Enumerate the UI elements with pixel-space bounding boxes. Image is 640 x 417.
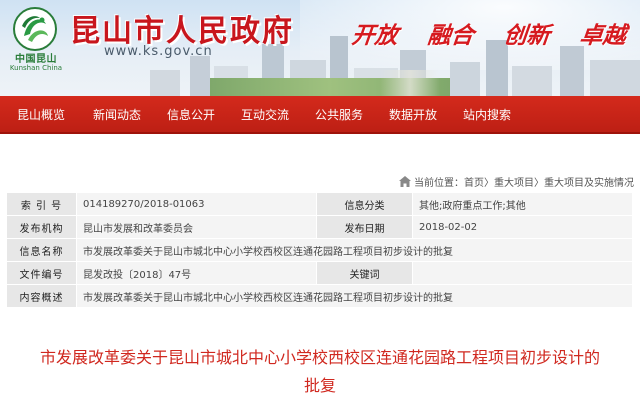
nav-item-interaction[interactable]: 互动交流 xyxy=(232,96,298,134)
breadcrumb-area: 当前位置：首页〉重大项目〉重大项目及实施情况 xyxy=(0,136,640,192)
article-title: 市发展改革委关于昆山市城北中心小学校西校区连通花园路工程项目初步设计的 批复 xyxy=(6,344,634,400)
table-row: 索 引 号 014189270/2018-01063 信息分类 其他;政府重点工… xyxy=(6,192,633,216)
category-label: 信息分类 xyxy=(316,192,413,216)
slogan-group: 开放 融合 创新 卓越 xyxy=(350,16,640,56)
site-banner: 中国昆山 Kunshan China 昆山市人民政府 www.ks.gov.cn… xyxy=(0,0,640,96)
nav-item-site-search[interactable]: 站内搜索 xyxy=(454,96,520,134)
date-label: 发布日期 xyxy=(316,215,413,239)
breadcrumb: 当前位置：首页〉重大项目〉重大项目及实施情况 xyxy=(399,174,634,189)
index-value: 014189270/2018-01063 xyxy=(76,192,317,216)
logo-cn-text: 中国昆山 xyxy=(15,54,57,65)
name-value: 市发展改革委关于昆山市城北中心小学校西校区连通花园路工程项目初步设计的批复 xyxy=(76,238,633,262)
breadcrumb-separator: 〉 xyxy=(484,178,494,189)
breadcrumb-separator: 〉 xyxy=(534,178,544,189)
breadcrumb-major-projects[interactable]: 重大项目 xyxy=(494,178,534,189)
logo-en-text: Kunshan China xyxy=(9,64,63,72)
table-row: 信息名称 市发展改革委关于昆山市城北中心小学校西校区连通花园路工程项目初步设计的… xyxy=(6,238,633,262)
banner-road xyxy=(380,70,440,96)
keyword-value xyxy=(412,261,633,285)
article-title-line-1: 市发展改革委关于昆山市城北中心小学校西校区连通花园路工程项目初步设计的 xyxy=(39,348,600,367)
org-value: 昆山市发展和改革委员会 xyxy=(76,215,317,239)
kunshan-logo-icon[interactable] xyxy=(12,6,58,52)
nav-item-open-data[interactable]: 数据开放 xyxy=(380,96,446,134)
site-url[interactable]: www.ks.gov.cn xyxy=(104,44,213,59)
category-value: 其他;政府重点工作;其他 xyxy=(412,192,633,216)
table-row: 发布机构 昆山市发展和改革委员会 发布日期 2018-02-02 xyxy=(6,215,633,239)
summary-label: 内容概述 xyxy=(6,284,77,308)
slogan-3: 创新 xyxy=(502,22,552,49)
slogan-1: 开放 xyxy=(350,22,400,49)
org-label: 发布机构 xyxy=(6,215,77,239)
nav-item-services[interactable]: 公共服务 xyxy=(306,96,372,134)
name-label: 信息名称 xyxy=(6,238,77,262)
index-label: 索 引 号 xyxy=(6,192,77,216)
info-meta-table: 索 引 号 014189270/2018-01063 信息分类 其他;政府重点工… xyxy=(6,192,633,308)
article-title-line-2: 批复 xyxy=(303,376,336,395)
slogan-4: 卓越 xyxy=(578,22,628,49)
breadcrumb-current[interactable]: 重大项目及实施情况 xyxy=(544,178,634,189)
breadcrumb-home[interactable]: 首页 xyxy=(464,178,484,189)
doc-number-value: 昆发改投〔2018〕47号 xyxy=(76,261,317,285)
home-icon xyxy=(399,176,411,187)
nav-item-overview[interactable]: 昆山概览 xyxy=(8,96,74,134)
nav-item-disclosure[interactable]: 信息公开 xyxy=(158,96,224,134)
date-value: 2018-02-02 xyxy=(412,215,633,239)
table-row: 内容概述 市发展改革委关于昆山市城北中心小学校西校区连通花园路工程项目初步设计的… xyxy=(6,284,633,308)
table-row: 文件编号 昆发改投〔2018〕47号 关键词 xyxy=(6,261,633,285)
nav-item-news[interactable]: 新闻动态 xyxy=(84,96,150,134)
summary-value: 市发展改革委关于昆山市城北中心小学校西校区连通花园路工程项目初步设计的批复 xyxy=(76,284,633,308)
doc-number-label: 文件编号 xyxy=(6,261,77,285)
breadcrumb-prefix: 当前位置： xyxy=(414,178,464,189)
keyword-label: 关键词 xyxy=(316,261,413,285)
slogan-2: 融合 xyxy=(426,22,476,49)
main-nav: 昆山概览 新闻动态 信息公开 互动交流 公共服务 数据开放 站内搜索 xyxy=(0,96,640,134)
